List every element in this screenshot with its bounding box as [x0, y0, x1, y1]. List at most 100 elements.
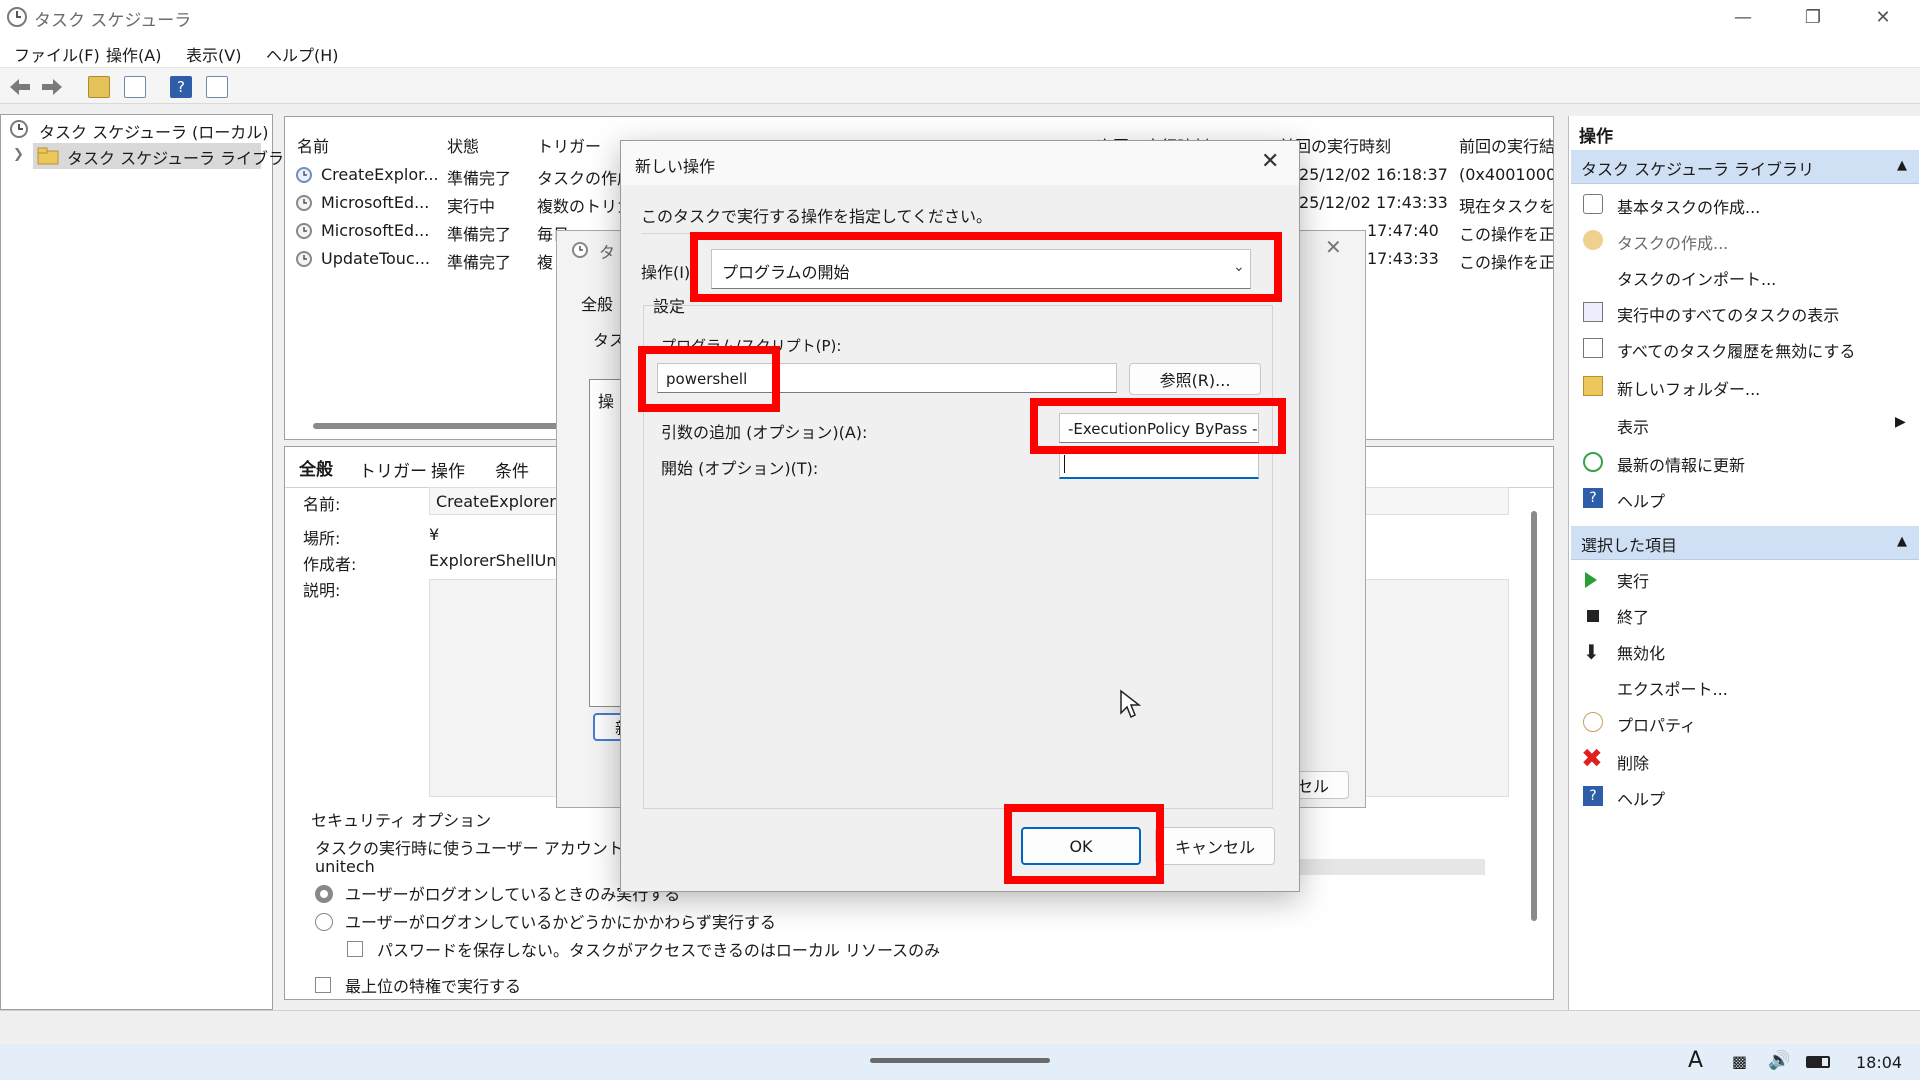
menu-file[interactable]: ファイル(F) — [14, 42, 100, 66]
tree-item-library[interactable]: タスク スケジューラ ライブラリ — [67, 145, 300, 169]
actions-pane: 操作 タスク スケジューラ ライブラリ ▲ 基本タスクの作成... タスクの作成… — [1568, 116, 1920, 1010]
close-icon[interactable]: ✕ — [1325, 235, 1342, 259]
volume-icon[interactable]: 🔊 — [1768, 1050, 1790, 1071]
new-folder-icon — [1583, 376, 1603, 396]
toolbar: ? — [0, 68, 1920, 104]
tab-actions[interactable]: 操作 — [431, 457, 465, 482]
task-clock-icon — [296, 167, 312, 183]
highlight-args-input — [1030, 398, 1286, 454]
taskbar: A ▩ 🔊 18:04 — [0, 1044, 1920, 1080]
radio-run-always-label: ユーザーがログオンしているかどうかにかかわらず実行する — [345, 913, 776, 932]
action-export[interactable]: エクスポート... — [1617, 676, 1728, 700]
checkbox-no-password[interactable] — [347, 941, 363, 957]
run-icon — [1585, 572, 1597, 588]
args-label: 引数の追加 (オプション)(A): — [661, 423, 868, 442]
clock-time[interactable]: 18:04 — [1856, 1053, 1902, 1072]
radio-run-always[interactable] — [315, 913, 333, 931]
cell-last-run: 25/12/02 16:18:37 — [1299, 165, 1448, 184]
action-view[interactable]: 表示 — [1617, 414, 1649, 438]
show-hide-console-icon[interactable] — [124, 76, 146, 98]
horizontal-scrollbar[interactable] — [313, 423, 573, 429]
delete-icon: ✖ — [1581, 744, 1603, 774]
action-pane-toggle-icon[interactable] — [206, 76, 228, 98]
status-bar — [0, 1010, 1920, 1044]
help-icon[interactable]: ? — [170, 76, 192, 98]
menu-help[interactable]: ヘルプ(H) — [266, 42, 339, 66]
tree-expand-chevron-icon[interactable]: ❯ — [13, 147, 24, 162]
action-disable[interactable]: 無効化 — [1617, 640, 1665, 664]
tab-triggers[interactable]: トリガー — [359, 457, 427, 482]
section-library-header[interactable]: タスク スケジューラ ライブラリ ▲ — [1571, 150, 1919, 184]
forward-arrow-icon[interactable] — [40, 77, 64, 97]
clock-icon — [572, 242, 588, 258]
menu-action[interactable]: 操作(A) — [106, 42, 161, 66]
properties-icon — [1583, 712, 1603, 732]
checkbox-highest-privileges[interactable] — [315, 977, 331, 993]
highest-privileges-label: 最上位の特権で実行する — [345, 977, 522, 996]
location-value: ¥ — [429, 525, 440, 544]
title-bar: タスク スケジューラ — ❐ ✕ — [0, 0, 1920, 34]
section-selected-header[interactable]: 選択した項目 ▲ — [1571, 526, 1919, 560]
action-help[interactable]: ヘルプ — [1617, 488, 1665, 512]
ime-indicator[interactable]: A — [1688, 1048, 1703, 1073]
highlight-action-dropdown — [690, 232, 1282, 302]
cell-result: この操作を正 — [1459, 225, 1553, 244]
dialog-titlebar — [621, 141, 1299, 185]
action-run[interactable]: 実行 — [1617, 568, 1649, 592]
action-end[interactable]: 終了 — [1617, 604, 1649, 628]
refresh-icon — [1583, 452, 1603, 472]
action-create-basic-task[interactable]: 基本タスクの作成... — [1617, 194, 1760, 218]
task-clock-icon — [296, 195, 312, 211]
folder-up-icon[interactable] — [88, 76, 110, 98]
vertical-scrollbar[interactable] — [1531, 511, 1537, 921]
cancel-button[interactable]: キャンセル — [1155, 827, 1275, 865]
browse-button[interactable]: 参照(R)... — [1129, 363, 1261, 395]
back-arrow-icon[interactable] — [8, 77, 32, 97]
submenu-arrow-icon: ▶ — [1895, 414, 1906, 430]
action-display-running[interactable]: 実行中のすべてのタスクの表示 — [1617, 302, 1839, 326]
no-password-label: パスワードを保存しない。タスクがアクセスできるのはローカル リソースのみ — [377, 941, 941, 960]
minimize-button[interactable]: — — [1713, 0, 1773, 34]
close-icon: ✕ — [1875, 6, 1891, 28]
action-new-folder[interactable]: 新しいフォルダー... — [1617, 376, 1760, 400]
dialog-instruction: このタスクで実行する操作を指定してください。 — [641, 207, 993, 226]
action-properties[interactable]: プロパティ — [1617, 712, 1696, 736]
action-help-selected[interactable]: ヘルプ — [1617, 786, 1665, 810]
radio-logged-on-only[interactable] — [315, 885, 333, 903]
highlight-program-input — [638, 346, 780, 412]
tree-root-local[interactable]: タスク スケジューラ (ローカル) — [39, 119, 269, 143]
account-value: unitech — [315, 857, 375, 876]
cell-name: CreateExplor... — [321, 165, 439, 184]
menu-bar: ファイル(F) 操作(A) 表示(V) ヘルプ(H) — [0, 34, 1920, 68]
bg-dialog-title: タ — [599, 243, 616, 262]
task-clock-icon — [296, 251, 312, 267]
bg-tab-general[interactable]: 全般 — [581, 291, 613, 315]
action-refresh[interactable]: 最新の情報に更新 — [1617, 452, 1745, 476]
create-task-icon — [1583, 230, 1603, 250]
home-indicator[interactable] — [870, 1058, 1050, 1063]
network-icon[interactable]: ▩ — [1732, 1052, 1747, 1071]
action-disable-history[interactable]: すべてのタスク履歴を無効にする — [1617, 338, 1855, 362]
action-delete[interactable]: 削除 — [1617, 750, 1649, 774]
close-window-button[interactable]: ✕ — [1853, 0, 1913, 34]
battery-icon[interactable] — [1806, 1056, 1830, 1068]
restore-button[interactable]: ❐ — [1783, 0, 1843, 34]
stop-icon — [1587, 610, 1599, 622]
dialog-close-icon[interactable]: ✕ — [1261, 149, 1279, 174]
restore-icon: ❐ — [1804, 6, 1822, 28]
column-status[interactable]: 状態 — [447, 133, 479, 157]
folder-icon — [37, 147, 59, 165]
cell-last-run: 17:47:40 — [1367, 221, 1439, 240]
window-title: タスク スケジューラ — [34, 11, 192, 31]
cell-result: この操作を正 — [1459, 253, 1553, 272]
column-name[interactable]: 名前 — [297, 133, 329, 157]
action-import-task[interactable]: タスクのインポート... — [1617, 266, 1776, 290]
help-icon: ? — [1583, 488, 1603, 508]
tab-general[interactable]: 全般 — [299, 455, 333, 480]
column-trigger[interactable]: トリガー — [537, 133, 601, 157]
menu-view[interactable]: 表示(V) — [186, 42, 241, 66]
tab-conditions[interactable]: 条件 — [495, 457, 529, 482]
action-create-task[interactable]: タスクの作成... — [1617, 230, 1728, 254]
column-last-result[interactable]: 前回の実行結果 — [1459, 133, 1553, 157]
collapse-icon: ▲ — [1897, 534, 1907, 549]
